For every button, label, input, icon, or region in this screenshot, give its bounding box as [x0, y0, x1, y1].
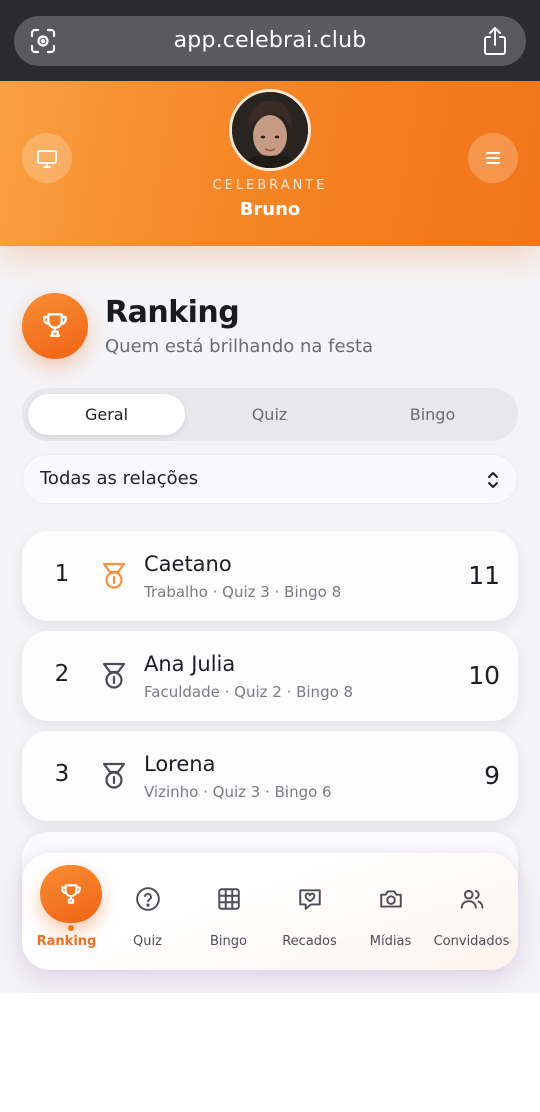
- relation-filter-select[interactable]: Todas as relações: [22, 454, 518, 504]
- ranking-score: 11: [468, 561, 500, 590]
- nav-active-indicator: [40, 865, 102, 923]
- nav-label: Quiz: [133, 934, 162, 949]
- ranking-position: 2: [54, 661, 70, 687]
- celebrant-role-label: CELEBRANTE: [212, 178, 328, 193]
- url-text[interactable]: app.celebrai.club: [14, 28, 526, 53]
- chevron-up-down-icon: [488, 472, 498, 488]
- address-bar[interactable]: app.celebrai.club: [14, 16, 526, 66]
- medal-icon: [102, 762, 126, 789]
- trophy-icon: [43, 313, 67, 337]
- page-subtitle: Quem está brilhando na festa: [105, 336, 374, 357]
- ranking-meta: Faculdade · Quiz 2 · Bingo 8: [144, 683, 354, 701]
- menu-button[interactable]: [468, 133, 518, 183]
- nav-active-dot: [68, 925, 74, 931]
- tab-geral[interactable]: Geral: [28, 394, 185, 435]
- ranking-row[interactable]: 1 Caetano Trabalho · Quiz 3 · Bingo 8 11: [22, 531, 518, 621]
- nav-item-quiz[interactable]: Quiz: [107, 853, 188, 970]
- avatar-photo: [232, 92, 308, 168]
- monitor-icon: [37, 150, 57, 168]
- camera-icon: [379, 890, 402, 908]
- nav-item-midias[interactable]: Mídias: [350, 853, 431, 970]
- users-icon: [460, 889, 483, 909]
- nav-item-ranking[interactable]: Ranking: [26, 853, 107, 970]
- ranking-meta: Trabalho · Quiz 3 · Bingo 8: [144, 583, 342, 601]
- nav-item-recados[interactable]: Recados: [269, 853, 350, 970]
- ranking-tabs: Geral Quiz Bingo: [22, 388, 518, 441]
- nav-item-bingo[interactable]: Bingo: [188, 853, 269, 970]
- page-icon: [22, 293, 88, 359]
- display-mode-button[interactable]: [22, 133, 72, 183]
- ranking-name: Ana Julia: [144, 652, 236, 676]
- ranking-row[interactable]: 2 Ana Julia Faculdade · Quiz 2 · Bingo 8…: [22, 631, 518, 721]
- medal-icon: [102, 662, 126, 689]
- ranking-position: 1: [54, 561, 70, 587]
- ranking-name: Caetano: [144, 552, 232, 576]
- celebrant-name: Bruno: [239, 199, 301, 220]
- tab-quiz[interactable]: Quiz: [191, 394, 348, 435]
- page-title: Ranking: [105, 295, 240, 330]
- nav-label: Ranking: [36, 934, 97, 949]
- nav-item-convidados[interactable]: Convidados: [431, 853, 512, 970]
- ranking-name: Lorena: [144, 752, 216, 776]
- medal-icon: [102, 562, 126, 589]
- nav-label: Convidados: [433, 934, 510, 949]
- avatar: [229, 89, 311, 171]
- grid-icon: [217, 888, 240, 910]
- nav-label: Mídias: [369, 934, 412, 949]
- share-icon[interactable]: [482, 26, 508, 56]
- ranking-position: 3: [54, 761, 70, 787]
- trophy-icon: [61, 884, 81, 904]
- nav-label: Recados: [282, 934, 337, 949]
- ranking-row[interactable]: 3 Lorena Vizinho · Quiz 3 · Bingo 6 9: [22, 731, 518, 821]
- celebrant-header: CELEBRANTE Bruno: [0, 81, 540, 246]
- bottom-nav: Ranking Quiz Bingo Recados Mídias Convid…: [22, 853, 518, 970]
- browser-bar: app.celebrai.club: [0, 0, 540, 81]
- ranking-meta: Vizinho · Quiz 3 · Bingo 6: [144, 783, 332, 801]
- ranking-score: 10: [468, 661, 500, 690]
- message-heart-icon: [298, 889, 321, 910]
- nav-label: Bingo: [210, 934, 247, 949]
- tab-bingo[interactable]: Bingo: [354, 394, 511, 435]
- app-content: CELEBRANTE Bruno Ranking Quem está brilh…: [0, 81, 540, 993]
- question-circle-icon: [135, 887, 160, 911]
- ranking-score: 9: [484, 761, 500, 790]
- menu-icon: [486, 152, 500, 164]
- relation-filter-value: Todas as relações: [40, 468, 199, 489]
